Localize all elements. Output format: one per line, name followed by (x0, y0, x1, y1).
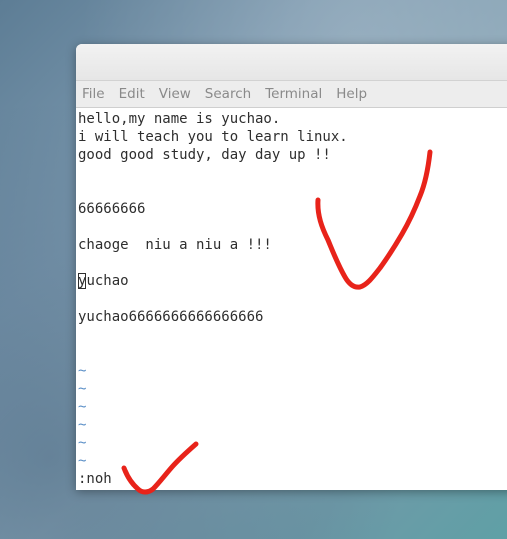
terminal-line: 66666666 (78, 201, 146, 217)
menu-terminal[interactable]: Terminal (265, 86, 322, 102)
empty-line-marker: ~ (78, 363, 87, 379)
terminal-line: i will teach you to learn linux. (78, 129, 348, 145)
terminal-content[interactable]: hello,my name is yuchao. i will teach yo… (78, 110, 507, 490)
menu-view[interactable]: View (159, 86, 191, 102)
terminal-line: good good study, day day up !! (78, 147, 331, 163)
cursor-line-text: uchao (86, 273, 129, 289)
command-line[interactable]: :noh (78, 470, 507, 488)
menu-file[interactable]: File (82, 86, 105, 102)
terminal-line: yuchao6666666666666666 (78, 309, 264, 325)
menu-edit[interactable]: Edit (119, 86, 145, 102)
empty-line-marker: ~ (78, 417, 87, 433)
empty-line-marker: ~ (78, 381, 87, 397)
empty-line-marker: ~ (78, 435, 87, 451)
window-titlebar[interactable] (76, 44, 507, 81)
menu-bar: File Edit View Search Terminal Help (76, 81, 507, 108)
menu-search[interactable]: Search (205, 86, 251, 102)
terminal-line: hello,my name is yuchao. (78, 111, 281, 127)
terminal-cursor-line: yuchao (78, 272, 507, 290)
terminal-line: chaoge niu a niu a !!! (78, 237, 272, 253)
empty-line-marker: ~ (78, 453, 87, 469)
terminal-window: File Edit View Search Terminal Help hell… (76, 44, 507, 490)
empty-line-marker: ~ (78, 399, 87, 415)
menu-help[interactable]: Help (336, 86, 367, 102)
